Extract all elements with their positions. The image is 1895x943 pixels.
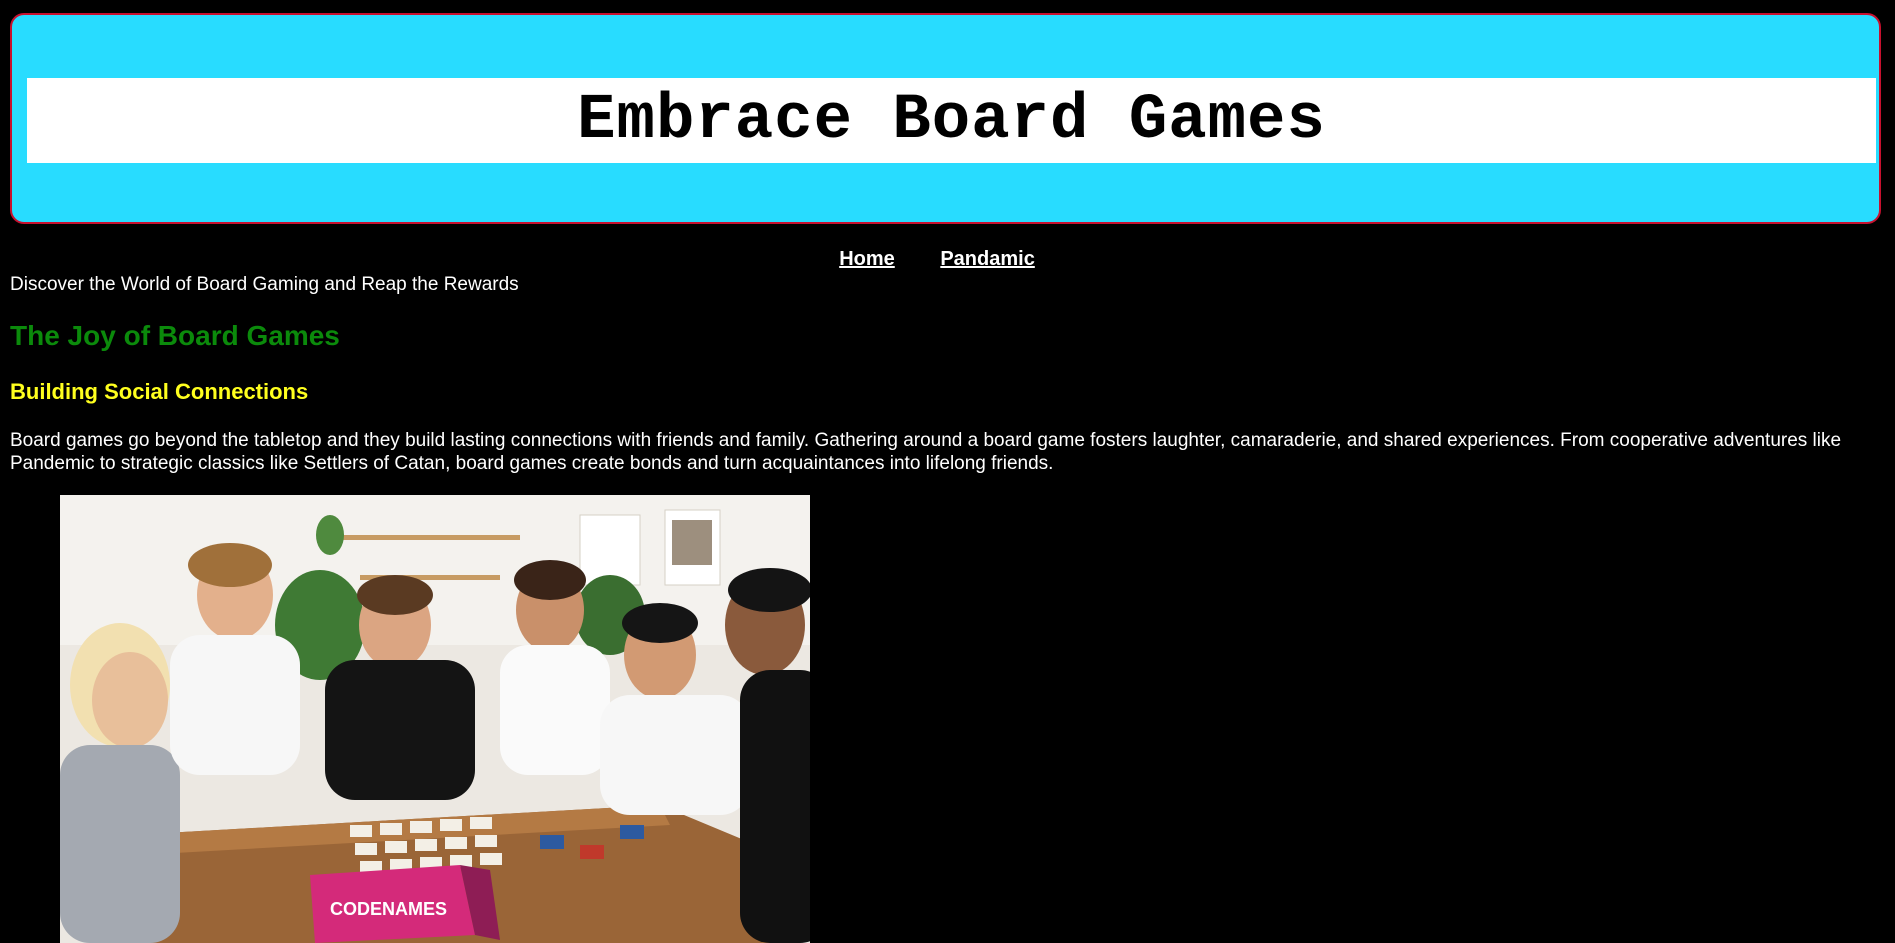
section-paragraph: Board games go beyond the tabletop and t…: [10, 430, 1842, 474]
nav-link-home[interactable]: Home: [839, 248, 895, 270]
main-nav: Home Pandamic: [0, 248, 1874, 271]
tagline: Discover the World of Board Gaming and R…: [10, 274, 519, 295]
title-box: Embrace Board Games: [27, 78, 1876, 163]
site-title: Embrace Board Games: [577, 84, 1326, 157]
section-heading: The Joy of Board Games: [10, 320, 340, 351]
game-box-label: CODENAMES: [330, 899, 447, 919]
section-subheading: Building Social Connections: [10, 379, 309, 404]
header-banner: Embrace Board Games: [10, 13, 1881, 224]
page: Embrace Board Games Home Pandamic Discov…: [0, 0, 1895, 943]
board-game-photo: CODENAMES: [60, 495, 810, 943]
nav-link-pandamic[interactable]: Pandamic: [940, 248, 1034, 270]
